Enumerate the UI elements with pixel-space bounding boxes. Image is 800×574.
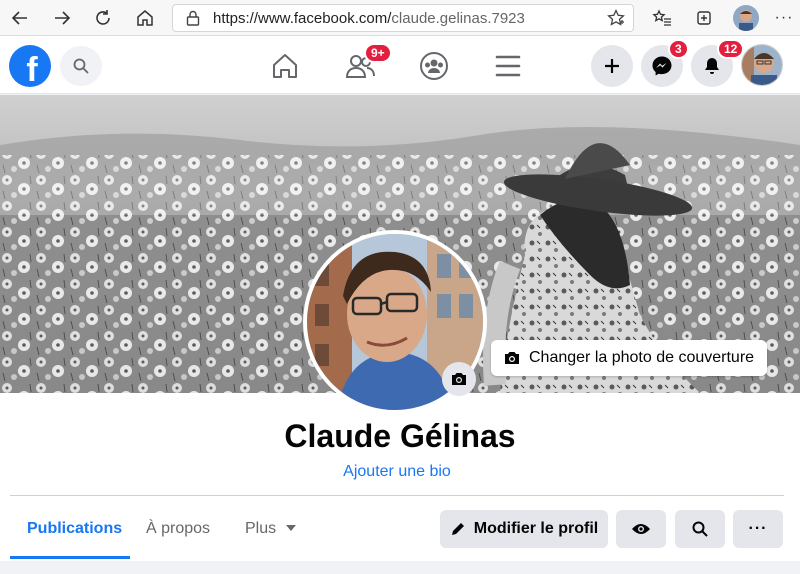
change-cover-button[interactable]: Changer la photo de couverture bbox=[491, 340, 767, 376]
back-arrow-icon[interactable] bbox=[8, 6, 32, 30]
more-options-glyph: ··· bbox=[748, 520, 768, 537]
menu-hamburger-icon[interactable] bbox=[490, 48, 526, 84]
edit-profile-label: Modifier le profil bbox=[473, 520, 599, 537]
change-cover-label: Changer la photo de couverture bbox=[529, 349, 755, 366]
favorites-list-icon[interactable] bbox=[650, 6, 674, 30]
refresh-icon[interactable] bbox=[91, 6, 115, 30]
more-options-icon[interactable]: ··· bbox=[733, 510, 783, 548]
account-avatar[interactable] bbox=[741, 44, 783, 86]
page-background bbox=[0, 561, 800, 574]
profile-camera-icon[interactable] bbox=[442, 362, 476, 396]
notifications-badge: 12 bbox=[717, 39, 745, 59]
tab-publications[interactable]: Publications bbox=[27, 520, 122, 538]
camera-icon bbox=[505, 352, 519, 364]
favorite-star-icon[interactable] bbox=[607, 8, 625, 32]
profile-search-icon[interactable] bbox=[675, 510, 725, 548]
facebook-navbar: f 9+ 3 12 bbox=[0, 36, 800, 94]
tab-more-label: Plus bbox=[245, 520, 277, 537]
pencil-icon bbox=[451, 523, 464, 535]
divider bbox=[10, 495, 784, 496]
create-plus-icon[interactable] bbox=[591, 45, 633, 87]
browser-menu-icon[interactable]: ··· bbox=[772, 6, 796, 30]
home-nav-icon[interactable] bbox=[267, 48, 303, 84]
facebook-logo-icon[interactable]: f bbox=[9, 45, 51, 89]
tab-more[interactable]: Plus bbox=[245, 520, 297, 538]
active-tab-indicator bbox=[10, 556, 130, 559]
search-icon[interactable] bbox=[60, 46, 102, 86]
profile-name: Claude Gélinas bbox=[284, 418, 516, 454]
messenger-badge: 3 bbox=[668, 39, 689, 59]
caret-down-icon bbox=[285, 525, 296, 531]
lock-icon[interactable] bbox=[186, 10, 200, 31]
browser-toolbar: https://www.facebook.com/claude.gelinas.… bbox=[0, 0, 800, 36]
forward-arrow-icon[interactable] bbox=[50, 6, 74, 30]
home-icon[interactable] bbox=[133, 6, 157, 30]
view-as-eye-icon[interactable] bbox=[616, 510, 666, 548]
browser-profile-avatar[interactable] bbox=[733, 5, 759, 31]
collections-icon[interactable] bbox=[692, 6, 716, 30]
groups-nav-icon[interactable] bbox=[416, 48, 452, 84]
add-bio-link[interactable]: Ajouter une bio bbox=[0, 463, 794, 481]
url-text: https://www.facebook.com/claude.gelinas.… bbox=[213, 10, 525, 27]
address-bar[interactable]: https://www.facebook.com/claude.gelinas.… bbox=[172, 4, 634, 32]
tab-about[interactable]: À propos bbox=[146, 520, 210, 538]
friends-badge: 9+ bbox=[364, 43, 392, 63]
edit-profile-button[interactable]: Modifier le profil bbox=[440, 510, 608, 548]
